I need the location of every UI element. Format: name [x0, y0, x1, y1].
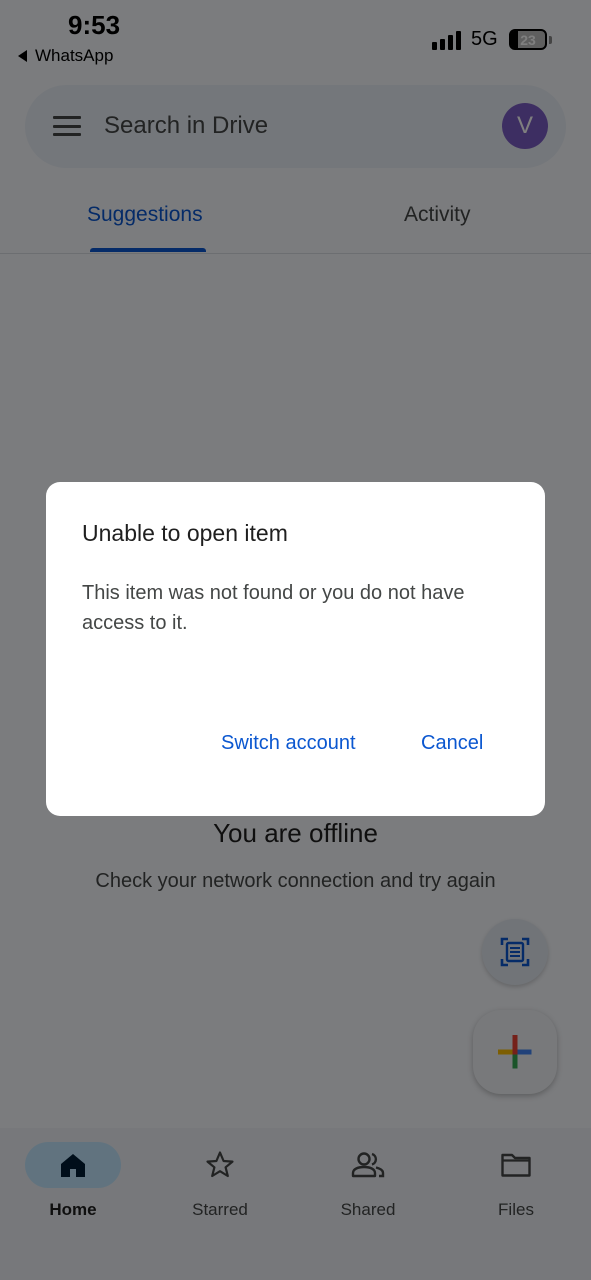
- dialog-title: Unable to open item: [82, 520, 288, 546]
- switch-account-button[interactable]: Switch account: [221, 732, 356, 755]
- cancel-button[interactable]: Cancel: [421, 732, 483, 755]
- error-dialog: Unable to open item This item was not fo…: [46, 482, 545, 816]
- dialog-message: This item was not found or you do not ha…: [82, 582, 465, 634]
- drive-screen: 9:53 WhatsApp 5G 23 Search in Drive V Su…: [0, 0, 591, 1280]
